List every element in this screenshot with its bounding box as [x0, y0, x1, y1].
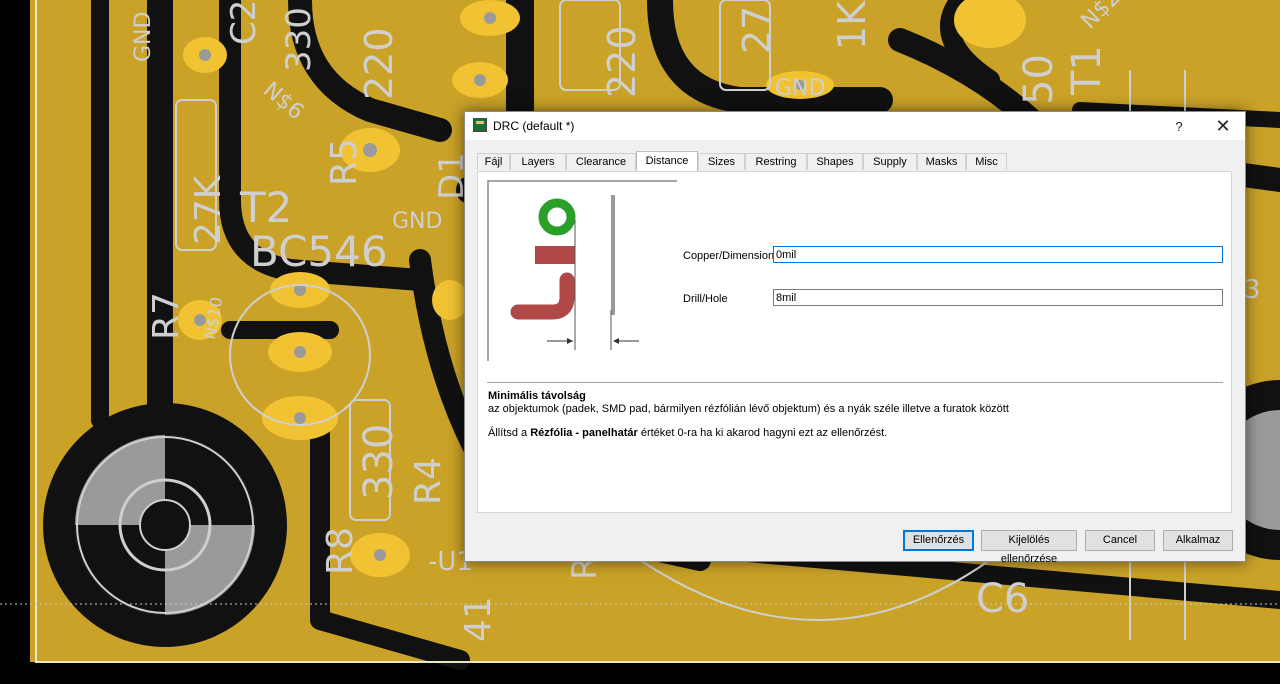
- description-title: Minimális távolság: [488, 390, 586, 402]
- separator: [487, 382, 1223, 383]
- tab-supply[interactable]: Supply: [863, 153, 917, 170]
- description-hint-bold: Rézfólia - panelhatár: [530, 427, 638, 439]
- description-hint: Állítsd a Rézfólia - panelhatár értéket …: [488, 427, 887, 439]
- label-bc546: BC546: [250, 227, 388, 276]
- tab-restring[interactable]: Restring: [745, 153, 807, 170]
- tab-distance[interactable]: Distance: [636, 151, 698, 171]
- tab-sizes[interactable]: Sizes: [698, 153, 745, 170]
- tab-masks[interactable]: Masks: [917, 153, 966, 170]
- copper-dimension-input[interactable]: [773, 246, 1223, 263]
- label-t1: T1: [1064, 45, 1110, 96]
- label-c2: C2: [224, 0, 264, 45]
- copper-dimension-label: Copper/Dimension: [683, 250, 775, 262]
- label-r4: R4: [408, 457, 449, 505]
- dialog-title: DRC (default *): [493, 119, 575, 133]
- label-c6: C6: [976, 576, 1029, 622]
- label-r7: R7: [146, 292, 187, 340]
- label-r-220-a: 220: [357, 27, 401, 100]
- label-n-3: 3: [1244, 275, 1261, 305]
- illus-board-edge: [611, 195, 615, 315]
- illus-smd-icon: [535, 246, 575, 264]
- label-r1-value: 330: [279, 7, 319, 72]
- drill-hole-label: Drill/Hole: [683, 293, 728, 305]
- app-icon: [473, 118, 487, 132]
- label-t2: T2: [239, 183, 292, 232]
- tab-fajl[interactable]: Fájl: [477, 153, 510, 170]
- close-icon[interactable]: ✕: [1201, 112, 1245, 140]
- tab-bar: Fájl Layers Clearance Distance Sizes Res…: [477, 151, 1233, 171]
- label-gnd-mid: GND: [392, 209, 442, 234]
- drc-dialog: DRC (default *) ? ✕ Fájl Layers Clearanc…: [464, 111, 1246, 565]
- mounting-hole: [43, 403, 287, 647]
- tab-layers[interactable]: Layers: [510, 153, 566, 170]
- tab-misc[interactable]: Misc: [966, 153, 1007, 170]
- label-r-1k: 1K: [830, 0, 874, 50]
- distance-illustration: [487, 180, 677, 361]
- drill-hole-input[interactable]: [773, 289, 1223, 306]
- apply-button[interactable]: Alkalmaz: [1163, 530, 1233, 551]
- label-r-27: 27: [735, 6, 779, 54]
- distance-panel: Copper/Dimension Drill/Hole Minimális tá…: [477, 171, 1232, 513]
- illus-pad-icon: [538, 198, 576, 236]
- description-hint-prefix: Állítsd a: [488, 427, 531, 439]
- check-selection-button[interactable]: Kijelölés ellenőrzése: [981, 530, 1077, 565]
- description-text: az objektumok (padek, SMD pad, bármilyen…: [488, 403, 1009, 415]
- check-button[interactable]: Ellenőrzés: [903, 530, 974, 551]
- cancel-button[interactable]: Cancel: [1085, 530, 1155, 551]
- description-hint-suffix: értéket 0-ra ha ki akarod hagyni ezt az …: [637, 427, 888, 439]
- label-n-41: 41: [458, 596, 499, 642]
- tab-shapes[interactable]: Shapes: [807, 153, 863, 170]
- illus-trace-icon: [510, 272, 575, 320]
- label-r-50: 50: [1016, 54, 1062, 105]
- help-button[interactable]: ?: [1157, 112, 1201, 140]
- tab-clearance[interactable]: Clearance: [566, 153, 636, 170]
- label-r-220-b: 220: [600, 25, 644, 98]
- label-r8: R8: [320, 527, 361, 575]
- dialog-titlebar[interactable]: DRC (default *) ? ✕: [465, 112, 1245, 140]
- label-r5: R5: [324, 138, 365, 186]
- label-r-330-bottom: 330: [356, 424, 402, 500]
- label-gnd: GND: [131, 12, 156, 62]
- label-r-27k: 27K: [188, 174, 229, 245]
- label-gnd-top: GND: [775, 76, 825, 101]
